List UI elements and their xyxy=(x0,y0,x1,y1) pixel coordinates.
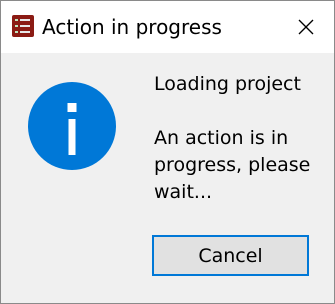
info-icon xyxy=(27,81,117,171)
close-button[interactable] xyxy=(278,1,334,53)
app-icon xyxy=(12,15,34,37)
cancel-button[interactable]: Cancel xyxy=(152,235,309,276)
dialog-heading: Loading project xyxy=(154,73,301,95)
title-bar[interactable]: Action in progress xyxy=(1,1,334,53)
dialog-message: An action is in progress, please wait... xyxy=(154,127,311,203)
close-icon xyxy=(298,19,314,35)
window-title: Action in progress xyxy=(42,15,222,39)
dialog-window: Action in progress Loading project An ac… xyxy=(0,0,335,304)
